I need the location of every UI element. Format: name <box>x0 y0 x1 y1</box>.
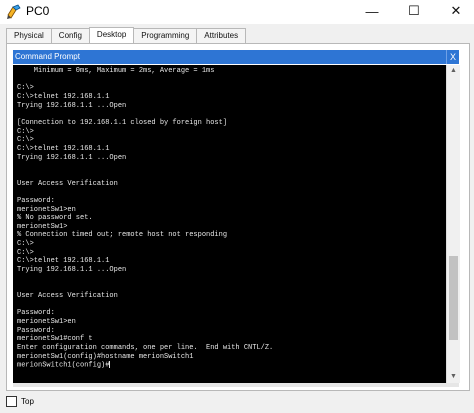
vertical-scrollbar[interactable]: ▲ ▼ <box>446 65 460 383</box>
tab-attributes[interactable]: Attributes <box>196 28 247 43</box>
terminal-line: merionetSw1>en <box>17 318 76 327</box>
terminal-line: Password: <box>17 196 55 205</box>
terminal-line: C:\> <box>17 240 34 249</box>
close-window-button[interactable]: ✕ <box>438 0 474 22</box>
terminal-line: [Connection to 192.168.1.1 closed by for… <box>17 118 228 127</box>
tab-physical[interactable]: Physical <box>6 28 52 43</box>
terminal-line: Minimum = 0ms, Maximum = 2ms, Average = … <box>33 67 215 75</box>
terminal-output[interactable]: Minimum = 0ms, Maximum = 2ms, Average = … <box>13 65 446 383</box>
command-prompt-close-button[interactable]: X <box>446 50 459 64</box>
terminal-line: User Access Verification <box>17 292 118 301</box>
terminal-line: % No password set. <box>17 214 93 223</box>
minimize-icon: — <box>365 3 379 19</box>
pc-app-icon <box>7 4 21 19</box>
terminal-line: User Access Verification <box>17 179 118 188</box>
scroll-down-arrow-icon[interactable]: ▼ <box>447 371 460 383</box>
terminal-line: C:\> <box>17 84 34 93</box>
terminal-line: merionetSw1> <box>17 222 68 231</box>
terminal-line: Password: <box>17 309 55 318</box>
window-title: PC0 <box>26 4 50 18</box>
terminal-text: Minimum = 0ms, Maximum = 2ms, Average = … <box>17 67 273 370</box>
top-label: Top <box>21 397 34 406</box>
tab-programming[interactable]: Programming <box>133 28 198 43</box>
terminal-line: Trying 192.168.1.1 ...Open <box>17 101 127 110</box>
terminal-line: merionetSw1>en <box>17 205 76 214</box>
terminal-line: merionetSw1#conf t <box>17 335 93 344</box>
terminal-line: C:\>telnet 192.168.1.1 <box>17 144 110 153</box>
terminal-line: merionetSw1(config)#hostname merionSwitc… <box>17 352 194 361</box>
terminal-line: Trying 192.168.1.1 ...Open <box>17 266 127 275</box>
terminal-cursor <box>109 361 111 369</box>
terminal-line: Password: <box>17 326 55 335</box>
terminal-line: C:\> <box>17 127 34 136</box>
tab-bar: Physical Config Desktop Programming Attr… <box>6 27 247 43</box>
tab-config[interactable]: Config <box>50 28 90 43</box>
maximize-button[interactable]: ☐ <box>396 0 432 22</box>
horizontal-scroll-track <box>13 383 459 387</box>
tab-desktop[interactable]: Desktop <box>88 27 135 43</box>
terminal-line: C:\> <box>17 136 34 145</box>
maximize-icon: ☐ <box>408 3 420 18</box>
terminal-line: merionSwitch1(config)# <box>17 361 110 370</box>
scroll-thumb[interactable] <box>449 255 458 340</box>
title-bar: PC0 — ☐ ✕ <box>0 0 474 24</box>
terminal-line: Trying 192.168.1.1 ...Open <box>17 153 127 162</box>
minimize-button[interactable]: — <box>354 0 390 22</box>
terminal-line: Enter configuration commands, one per li… <box>17 344 274 352</box>
top-checkbox[interactable] <box>6 396 17 407</box>
command-prompt-title: Command Prompt <box>15 52 80 61</box>
terminal-line: % Connection timed out; remote host not … <box>17 231 228 240</box>
terminal-line: C:\>telnet 192.168.1.1 <box>17 257 110 266</box>
close-icon: ✕ <box>450 3 462 18</box>
command-prompt-header: Command Prompt <box>13 50 459 64</box>
terminal-line: C:\>telnet 192.168.1.1 <box>17 92 110 101</box>
terminal-line: C:\> <box>17 248 34 257</box>
scroll-up-arrow-icon[interactable]: ▲ <box>447 65 460 77</box>
